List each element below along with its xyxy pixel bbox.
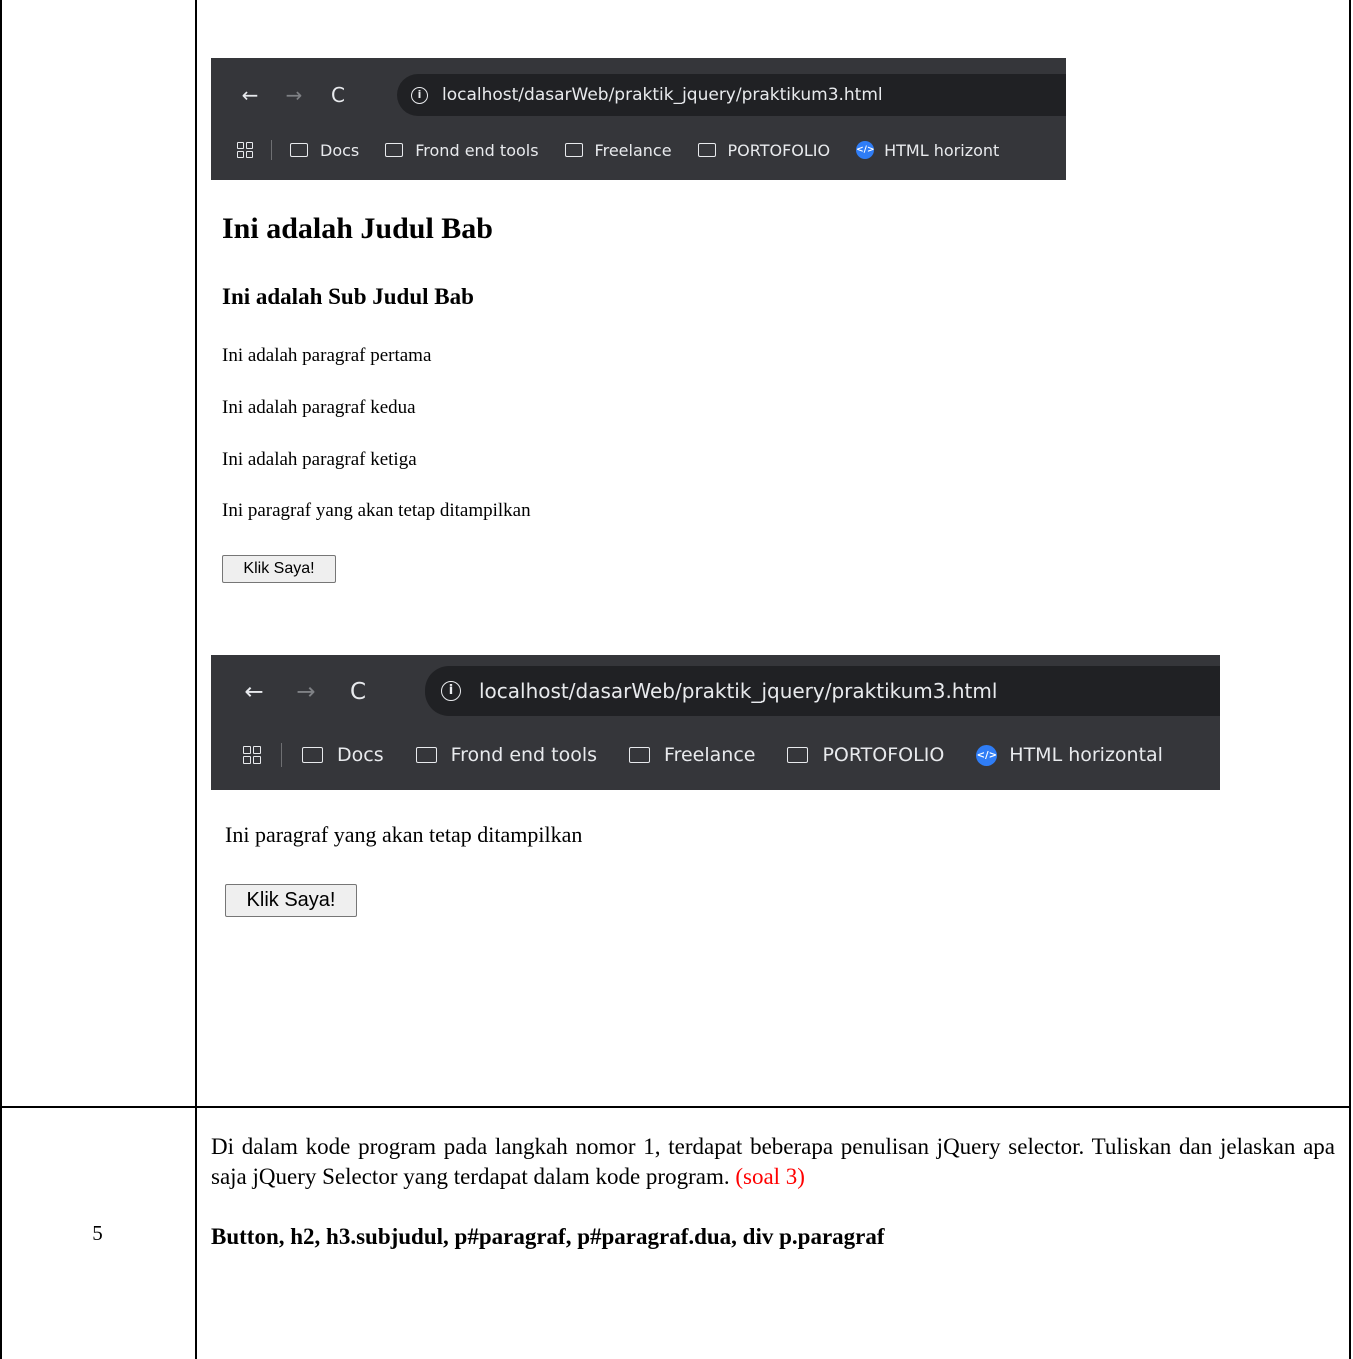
browser-window-before: ← → C i localhost/dasarWeb/praktik_jquer… (211, 58, 1066, 180)
bookmark-freelance[interactable]: Freelance (629, 744, 755, 766)
nav-buttons: ← → C (233, 80, 365, 110)
bookmark-portofolio[interactable]: PORTOFOLIO (787, 744, 944, 766)
bookmark-label: Docs (337, 744, 384, 766)
folder-icon (415, 747, 437, 763)
apps-grid-icon[interactable] (243, 746, 261, 764)
bookmark-docs[interactable]: Docs (290, 141, 359, 160)
bookmarks-separator (281, 743, 282, 767)
table-row-divider (0, 1106, 1351, 1108)
klik-saya-button-after[interactable]: Klik Saya! (225, 884, 357, 917)
folder-icon (697, 143, 716, 157)
bookmark-label: Docs (320, 140, 360, 160)
bookmark-label: PORTOFOLIO (822, 744, 945, 766)
folder-icon (302, 747, 323, 763)
paragraph-third: Ini adalah paragraf ketiga (222, 449, 417, 470)
apps-grid-icon[interactable] (237, 142, 253, 158)
page-heading: Ini adalah Judul Bab (222, 212, 493, 245)
answer-text: Button, h2, h3.subjudul, p#paragraf, p#p… (211, 1224, 885, 1249)
bookmark-html-horizontal[interactable]: </> HTML horizontal (976, 744, 1163, 766)
bookmarks-bar: Docs Frond end tools Freelance PORTOFOLI… (211, 134, 1066, 166)
address-bar[interactable]: i localhost/dasarWeb/praktik_jquery/prak… (397, 74, 1066, 116)
question-tag: (soal 3) (735, 1164, 805, 1189)
paragraph-first: Ini adalah paragraf pertama (222, 345, 432, 366)
bookmark-frond-end-tools[interactable]: Frond end tools (415, 744, 598, 766)
bookmark-label: Frond end tools (415, 140, 539, 160)
paragraph-second: Ini adalah paragraf kedua (222, 397, 416, 418)
bookmark-label: Freelance (664, 744, 756, 766)
html-code-icon: </> (856, 141, 875, 159)
info-icon[interactable]: i (411, 86, 428, 104)
url-text[interactable]: localhost/dasarWeb/praktik_jquery/prakti… (442, 85, 883, 105)
bookmark-label: HTML horizont (884, 140, 1000, 160)
bookmark-docs[interactable]: Docs (302, 744, 384, 766)
bookmark-portofolio[interactable]: PORTOFOLIO (697, 140, 831, 160)
klik-saya-button[interactable]: Klik Saya! (222, 555, 336, 583)
page-subheading: Ini adalah Sub Judul Bab (222, 284, 474, 309)
bookmarks-bar: Docs Frond end tools Freelance PORTOFOLI… (211, 737, 1220, 773)
bookmark-label: Frond end tools (450, 744, 598, 766)
forward-arrow-icon[interactable]: → (277, 83, 311, 107)
bookmarks-separator (271, 140, 272, 160)
reload-icon[interactable]: C (339, 679, 377, 705)
folder-icon (290, 143, 308, 157)
nav-buttons: ← → C (235, 675, 391, 709)
row-number: 5 (92, 1220, 103, 1245)
folder-icon (787, 747, 809, 763)
back-arrow-icon[interactable]: ← (233, 83, 267, 107)
address-bar[interactable]: i localhost/dasarWeb/praktik_jquery/prak… (425, 666, 1220, 716)
question-text: Di dalam kode program pada langkah nomor… (211, 1132, 1335, 1192)
folder-icon (564, 143, 583, 157)
bookmark-freelance[interactable]: Freelance (564, 140, 672, 160)
back-arrow-icon[interactable]: ← (235, 679, 273, 705)
browser-window-after: ← → C i localhost/dasarWeb/praktik_jquer… (211, 655, 1220, 790)
forward-arrow-icon[interactable]: → (287, 679, 325, 705)
info-icon[interactable]: i (441, 681, 461, 701)
bookmark-html-horizontal[interactable]: </> HTML horizont (856, 141, 999, 160)
bookmark-label: PORTOFOLIO (727, 140, 831, 160)
html-code-icon: </> (976, 744, 998, 766)
paragraph-kept-after: Ini paragraf yang akan tetap ditampilkan (225, 822, 583, 847)
table-column-divider (195, 0, 197, 1359)
paragraph-kept: Ini paragraf yang akan tetap ditampilkan (222, 500, 531, 521)
bookmark-frond-end-tools[interactable]: Frond end tools (385, 140, 539, 160)
folder-icon (385, 143, 404, 157)
folder-icon (629, 747, 651, 763)
reload-icon[interactable]: C (321, 83, 355, 107)
bookmark-label: HTML horizontal (1009, 744, 1163, 766)
bookmark-label: Freelance (594, 140, 672, 160)
url-text[interactable]: localhost/dasarWeb/praktik_jquery/prakti… (479, 679, 997, 703)
